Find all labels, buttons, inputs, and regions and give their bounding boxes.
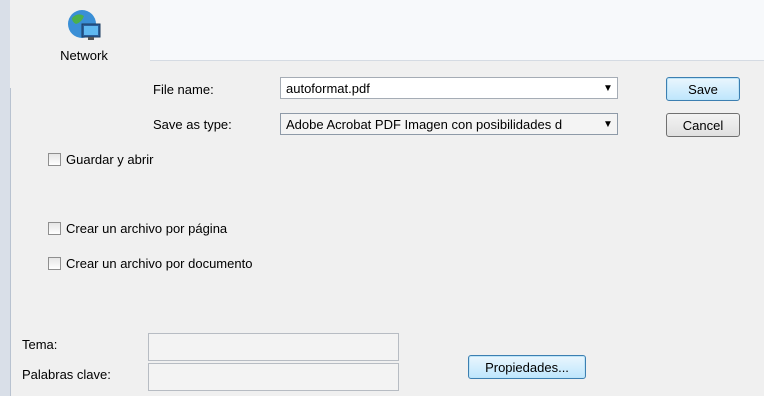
keywords-label: Palabras clave: xyxy=(22,367,111,382)
open-after-save-label[interactable]: Guardar y abrir xyxy=(66,152,153,167)
one-file-per-page-label[interactable]: Crear un archivo por página xyxy=(66,221,227,236)
file-name-combobox[interactable]: autoformat.pdf ▼ xyxy=(280,77,618,99)
file-name-label: File name: xyxy=(153,82,214,97)
keywords-field[interactable] xyxy=(148,363,399,391)
save-type-select[interactable]: Adobe Acrobat PDF Imagen con posibilidad… xyxy=(280,113,618,135)
places-network[interactable]: Network xyxy=(44,6,124,63)
checkbox-box[interactable] xyxy=(48,153,61,166)
chevron-down-icon[interactable]: ▼ xyxy=(599,119,617,130)
topic-field[interactable] xyxy=(148,333,399,361)
checkbox-box[interactable] xyxy=(48,222,61,235)
cancel-button[interactable]: Cancel xyxy=(666,113,740,137)
one-file-per-document-label[interactable]: Crear un archivo por documento xyxy=(66,256,252,271)
one-file-per-page-checkbox[interactable]: Crear un archivo por página xyxy=(48,221,227,236)
topic-label: Tema: xyxy=(22,337,58,352)
properties-button[interactable]: Propiedades... xyxy=(468,355,586,379)
checkbox-box[interactable] xyxy=(48,257,61,270)
one-file-per-document-checkbox[interactable]: Crear un archivo por documento xyxy=(48,256,252,271)
save-type-value[interactable]: Adobe Acrobat PDF Imagen con posibilidad… xyxy=(286,117,599,132)
file-name-value[interactable]: autoformat.pdf xyxy=(286,81,599,96)
open-after-save-checkbox[interactable]: Guardar y abrir xyxy=(48,152,153,167)
save-button[interactable]: Save xyxy=(666,77,740,101)
file-list-area[interactable] xyxy=(150,0,764,61)
network-globe-icon xyxy=(68,10,101,40)
save-type-label: Save as type: xyxy=(153,117,232,132)
chevron-down-icon[interactable]: ▼ xyxy=(599,83,617,94)
network-label: Network xyxy=(60,48,108,63)
